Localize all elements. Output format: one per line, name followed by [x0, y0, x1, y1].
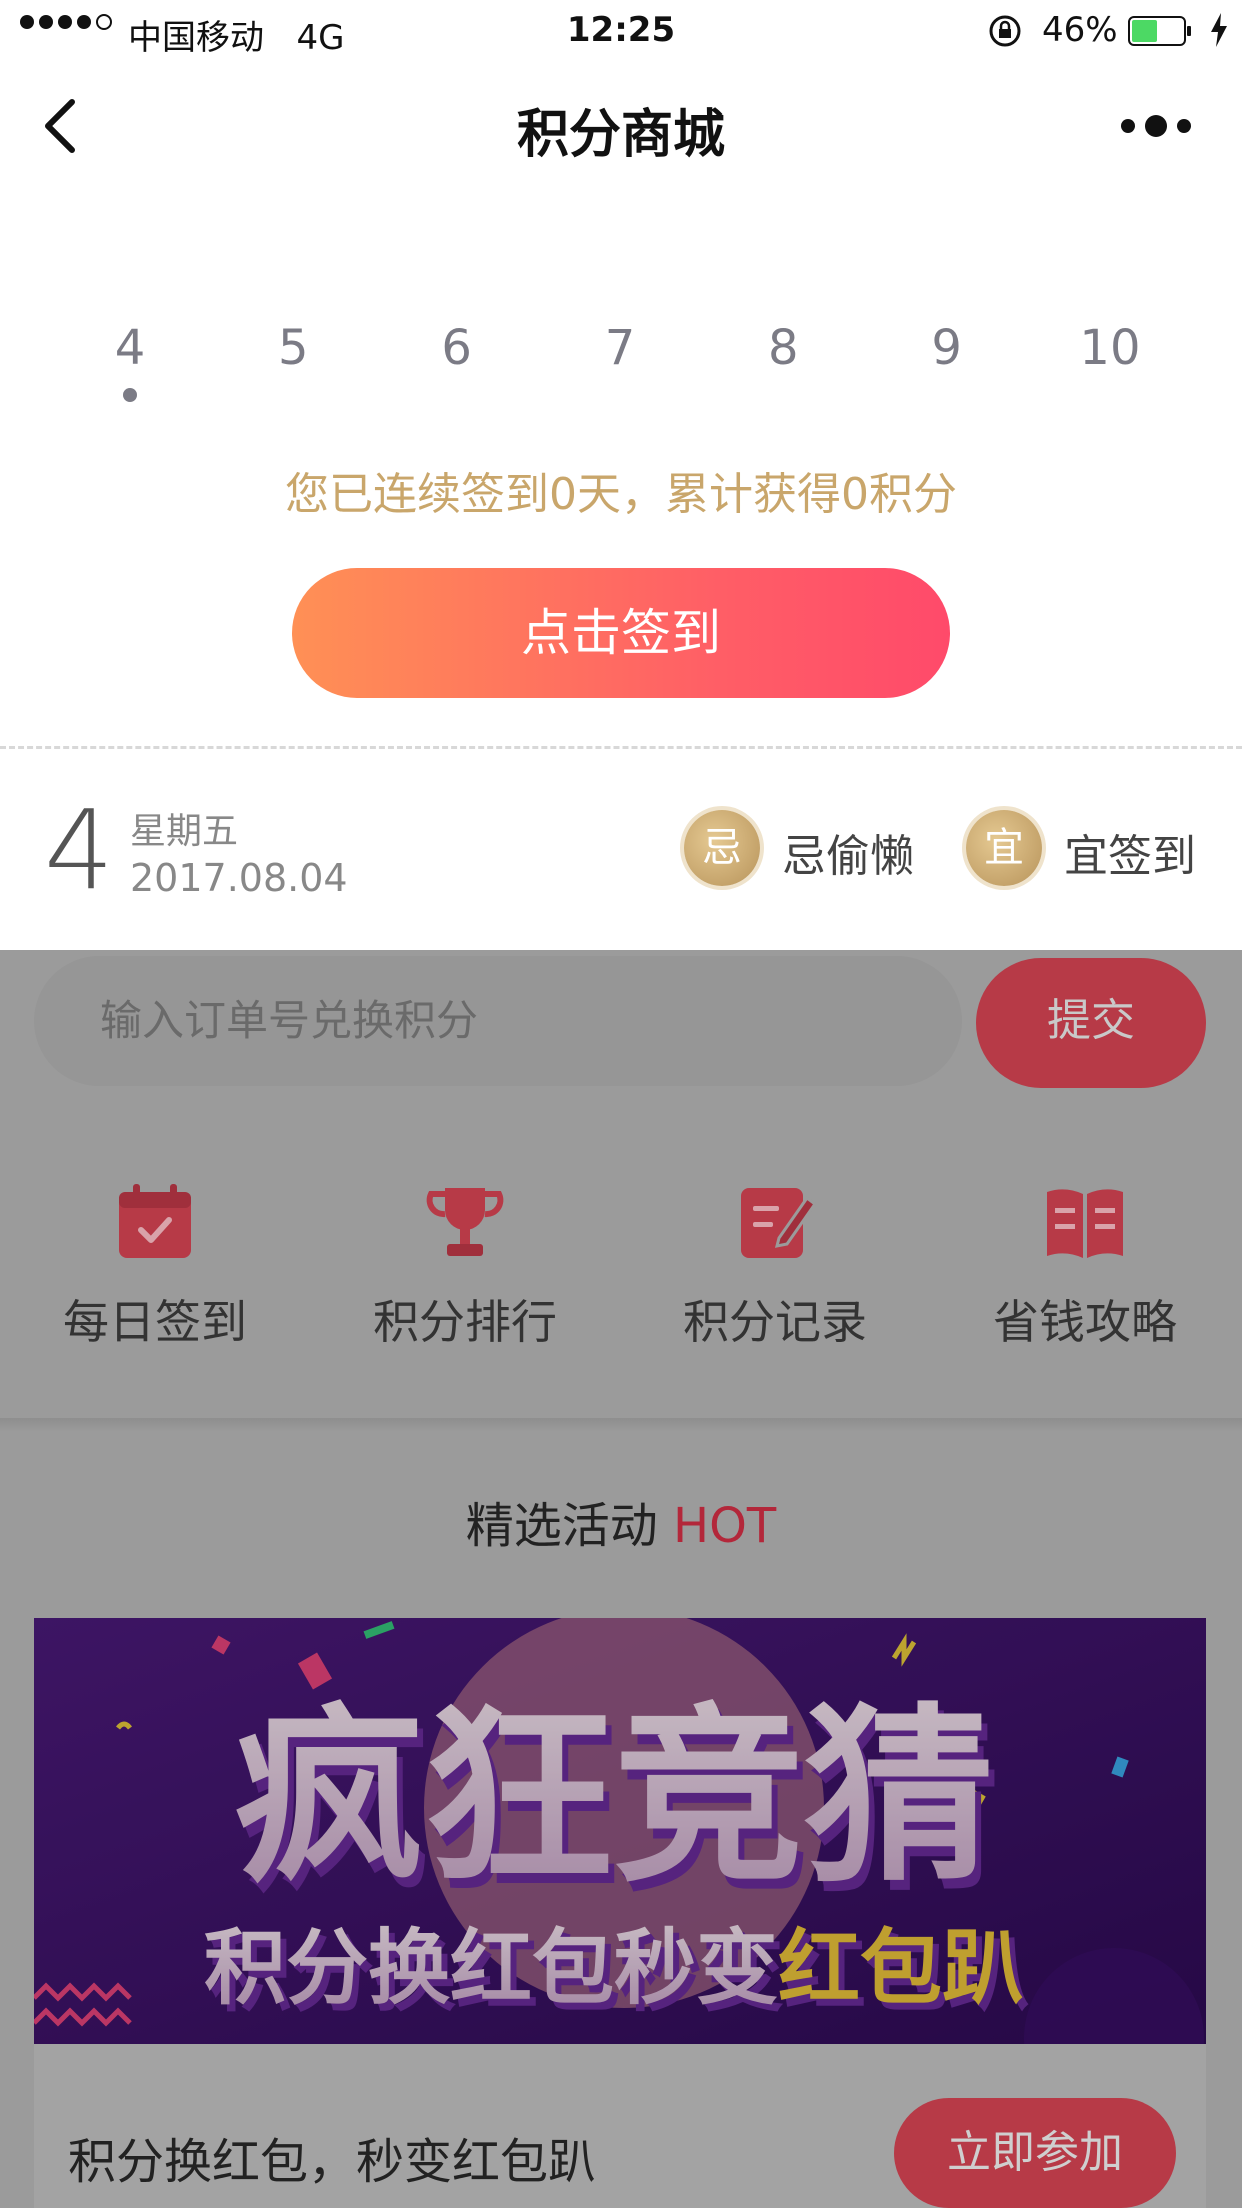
page-title: 积分商城	[516, 105, 725, 165]
trophy-icon	[426, 1188, 504, 1256]
date-day[interactable]: 9	[887, 320, 1007, 376]
date-day[interactable]: 5	[233, 320, 353, 376]
avoid-badge-icon: 忌	[684, 810, 760, 886]
section-title-text: 精选活动	[465, 1498, 658, 1554]
rotation-lock-icon	[989, 15, 1021, 47]
checkin-summary: 您已连续签到0天，累计获得0积分	[285, 469, 957, 520]
activity-banner[interactable]: 疯狂竞猜 疯狂竞猜 积分换红包秒变红包趴 积分换红包秒变红包趴	[34, 1618, 1206, 2044]
order-number-input[interactable]: 输入订单号兑换积分	[34, 956, 962, 1086]
quick-nav-points-ranking[interactable]: 积分排行	[310, 1168, 620, 1352]
suitable-badge-icon: 宜	[966, 810, 1042, 886]
battery-icon	[1128, 16, 1191, 46]
date-day[interactable]: 6	[397, 320, 517, 376]
today-day-number: 4	[44, 786, 114, 914]
today-date: 2017.08.04	[130, 856, 348, 900]
selected-day-dot	[123, 388, 137, 402]
battery-percentage: 46%	[1042, 10, 1118, 50]
more-dots-icon[interactable]	[1118, 112, 1194, 140]
quick-nav-points-record[interactable]: 积分记录	[620, 1168, 930, 1352]
today-weekday: 星期五	[130, 811, 239, 852]
join-button[interactable]: 立即参加	[894, 2098, 1176, 2208]
avoid-text: 忌偷懒	[782, 831, 914, 882]
calendar-check-icon	[119, 1184, 191, 1258]
quick-nav-daily-checkin[interactable]: 每日签到	[0, 1168, 310, 1352]
open-book-icon	[1047, 1189, 1123, 1258]
date-day[interactable]: 10	[1050, 320, 1170, 376]
date-day-selected[interactable]: 4	[70, 320, 190, 402]
date-day[interactable]: 7	[560, 320, 680, 376]
status-bar: 中国移动 4G 12:25 46%	[0, 0, 1242, 62]
notepad-pen-icon	[741, 1188, 817, 1258]
section-title: 精选活动 HOT	[0, 1486, 1242, 1556]
checkin-button[interactable]: 点击签到	[292, 568, 950, 698]
charging-bolt-icon	[1211, 13, 1227, 47]
date-day[interactable]: 8	[723, 320, 843, 376]
date-strip: 4 5 6 7 8 9 10	[70, 320, 1170, 402]
banner-artwork: 疯狂竞猜 疯狂竞猜 积分换红包秒变红包趴 积分换红包秒变红包趴	[34, 1618, 1206, 2044]
quick-nav: 每日签到 积分排行 积分记录 省钱攻略	[0, 1168, 1242, 1418]
submit-button[interactable]: 提交	[976, 958, 1206, 1088]
quick-nav-saving-guide[interactable]: 省钱攻略	[930, 1168, 1240, 1352]
hot-label: HOT	[673, 1498, 777, 1554]
dashed-divider	[0, 746, 1242, 749]
activity-text: 积分换红包，秒变红包趴	[68, 2134, 597, 2190]
suitable-text: 宜签到	[1064, 831, 1196, 882]
section-separator	[0, 1418, 1242, 1432]
